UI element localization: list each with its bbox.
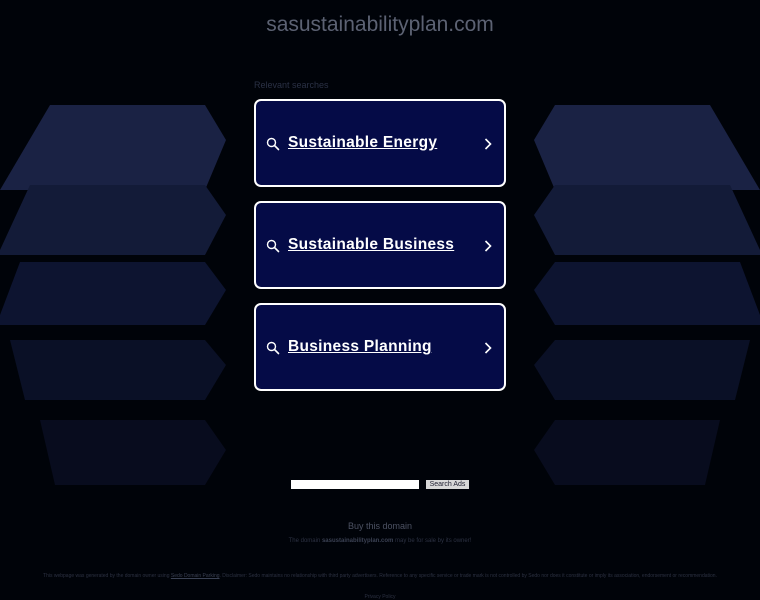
search-ads-button[interactable]: Search Ads [426, 480, 469, 489]
search-card-label[interactable]: Business Planning [288, 338, 432, 356]
search-icon [266, 239, 280, 253]
search-card-business-planning[interactable]: Business Planning [254, 303, 506, 391]
background-decoration [0, 105, 760, 485]
disclaimer-suffix: . Disclaimer: Sedo maintains no relation… [219, 573, 717, 579]
chevron-right-icon [484, 240, 492, 252]
chevron-right-icon [484, 342, 492, 354]
buy-domain-link[interactable]: Buy this domain [0, 521, 760, 531]
search-input[interactable] [291, 480, 419, 489]
sale-notice: The domain sasustainabilityplan.com may … [0, 538, 760, 544]
chevron-right-icon [484, 138, 492, 150]
disclaimer-prefix: This webpage was generated by the domain… [43, 573, 170, 579]
search-card-label[interactable]: Sustainable Business [288, 236, 454, 254]
privacy-policy-link[interactable]: Privacy Policy [0, 594, 760, 600]
sale-domain: sasustainabilityplan.com [321, 538, 394, 544]
disclaimer: This webpage was generated by the domain… [30, 573, 730, 579]
relevant-searches-label: Relevant searches [254, 80, 329, 90]
sale-suffix: may be for sale by its owner! [395, 538, 472, 544]
sedo-parking-link[interactable]: Sedo Domain Parking [171, 573, 220, 579]
search-card-sustainable-business[interactable]: Sustainable Business [254, 201, 506, 289]
search-icon [266, 341, 280, 355]
search-card-sustainable-energy[interactable]: Sustainable Energy [254, 99, 506, 187]
search-icon [266, 137, 280, 151]
domain-title: sasustainabilityplan.com [266, 13, 494, 36]
search-card-label[interactable]: Sustainable Energy [288, 134, 437, 152]
sale-prefix: The domain [288, 538, 321, 544]
